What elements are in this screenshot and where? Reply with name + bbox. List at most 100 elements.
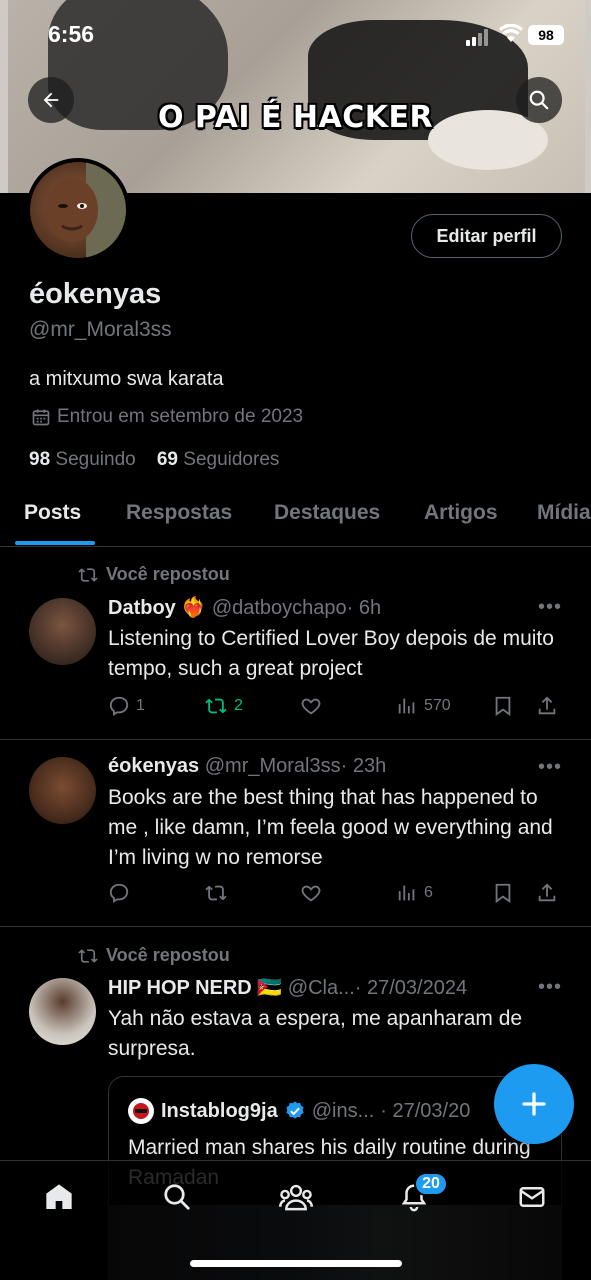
bookmark-button[interactable] — [492, 695, 514, 717]
views-count: 570 — [424, 697, 451, 714]
notifications-badge: 20 — [414, 1172, 448, 1196]
bookmark-icon — [495, 883, 511, 904]
share-icon — [538, 883, 556, 902]
quote-avatar[interactable] — [127, 1097, 155, 1125]
joined-text: Entrou em setembro de 2023 — [57, 406, 304, 427]
tab-media[interactable]: Mídia — [537, 501, 591, 525]
more-options-icon[interactable]: ••• — [538, 596, 562, 619]
repost-label: Você repostou — [106, 945, 230, 965]
plus-icon — [522, 1092, 546, 1116]
repost-indicator: Você repostou — [78, 945, 230, 966]
share-button[interactable] — [536, 695, 558, 717]
profile-avatar[interactable] — [26, 158, 130, 262]
active-tab-indicator — [15, 541, 95, 545]
repost-icon — [205, 885, 227, 901]
banner-caption: O PAI É HACKER — [157, 100, 434, 135]
back-button[interactable] — [28, 77, 74, 123]
communities-icon — [279, 1184, 313, 1211]
bar-chart-icon — [398, 698, 415, 714]
post-text: Yah não estava a espera, me apanharam de… — [108, 1007, 523, 1060]
nav-home[interactable] — [41, 1179, 77, 1215]
compose-post-button[interactable] — [494, 1064, 574, 1144]
more-options-icon[interactable]: ••• — [538, 976, 562, 999]
post-header: éokenyas @mr_Moral3ss· 23h — [108, 755, 386, 778]
followers-link[interactable]: 69 Seguidores — [157, 449, 280, 470]
tab-highlights[interactable]: Destaques — [274, 501, 380, 525]
reply-icon — [109, 696, 129, 716]
follow-stats: 98 Seguindo 69 Seguidores — [29, 449, 279, 471]
post-time: · 23h — [340, 755, 387, 777]
following-link[interactable]: 98 Seguindo — [29, 449, 136, 470]
repost-icon — [78, 948, 98, 963]
heart-icon — [301, 698, 321, 715]
post-author-handle[interactable]: @Cla... — [288, 977, 355, 999]
quote-author-handle[interactable]: @ins... — [312, 1100, 375, 1123]
verified-badge-icon — [286, 1101, 304, 1119]
heart-icon — [301, 885, 321, 902]
profile-bio: a mitxumo swa karata — [29, 368, 224, 390]
post-author-name[interactable]: HIP HOP NERD 🇲🇿 — [108, 977, 282, 999]
reply-button[interactable]: 1 — [108, 695, 145, 717]
post-avatar[interactable] — [29, 598, 96, 665]
repost-label: Você repostou — [106, 564, 230, 584]
bookmark-icon — [495, 696, 511, 717]
bar-chart-icon — [398, 885, 415, 901]
tab-replies[interactable]: Respostas — [126, 501, 232, 525]
post-time: · 27/03/2024 — [354, 977, 468, 999]
quote-time: · 27/03/20 — [380, 1099, 471, 1122]
tab-posts[interactable]: Posts — [24, 501, 81, 525]
status-bar: 6:56 98 — [0, 18, 591, 54]
post-actions: 1 2 570 — [108, 695, 568, 723]
share-icon — [538, 696, 556, 715]
search-button[interactable] — [516, 77, 562, 123]
followers-label: Seguidores — [183, 449, 280, 470]
post-text: Listening to Certified Lover Boy depois … — [108, 627, 554, 680]
nav-messages[interactable] — [514, 1179, 550, 1215]
like-button[interactable] — [300, 695, 322, 717]
repost-button[interactable] — [204, 882, 228, 904]
post-avatar[interactable] — [29, 757, 96, 824]
nav-communities[interactable] — [278, 1179, 314, 1215]
repost-count: 2 — [234, 697, 243, 714]
repost-icon — [205, 698, 227, 714]
home-indicator — [190, 1260, 402, 1267]
post-item[interactable]: éokenyas @mr_Moral3ss· 23h ••• Books are… — [0, 740, 591, 927]
post-author-name[interactable]: Datboy ❤️‍🔥 — [108, 597, 206, 619]
post-item[interactable]: Você repostou Datboy ❤️‍🔥 @datboychapo· … — [0, 548, 591, 740]
mail-icon — [519, 1187, 545, 1207]
bookmark-button[interactable] — [492, 882, 514, 904]
repost-button[interactable]: 2 — [204, 695, 243, 717]
arrow-left-icon — [43, 92, 59, 108]
post-actions: 6 — [108, 882, 568, 910]
following-label: Seguindo — [55, 449, 136, 470]
like-button[interactable] — [300, 882, 322, 904]
avatar-face — [46, 178, 98, 242]
post-text: Books are the best thing that has happen… — [108, 786, 553, 869]
tab-articles[interactable]: Artigos — [424, 501, 498, 525]
calendar-icon — [32, 409, 50, 426]
status-time: 6:56 — [48, 21, 95, 47]
repost-indicator: Você repostou — [78, 564, 230, 585]
post-avatar[interactable] — [29, 978, 96, 1045]
post-header: Datboy ❤️‍🔥 @datboychapo· 6h — [108, 595, 381, 620]
battery-indicator: 98 — [528, 25, 564, 45]
cellular-signal-icon — [466, 28, 492, 46]
following-count: 98 — [29, 449, 51, 470]
share-button[interactable] — [536, 882, 558, 904]
views-button[interactable]: 570 — [396, 695, 451, 717]
profile-handle: @mr_Moral3ss — [29, 318, 172, 341]
profile-tabs: Posts Respostas Destaques Artigos Mídia — [0, 495, 591, 547]
views-button[interactable]: 6 — [396, 882, 433, 904]
post-author-name[interactable]: éokenyas — [108, 755, 199, 777]
followers-count: 69 — [156, 449, 178, 470]
edit-profile-button[interactable]: Editar perfil — [411, 214, 562, 258]
more-options-icon[interactable]: ••• — [538, 756, 562, 779]
post-author-handle[interactable]: @datboychapo — [212, 597, 347, 619]
reply-button[interactable] — [108, 882, 130, 904]
reply-count: 1 — [136, 697, 145, 714]
nav-search[interactable] — [159, 1179, 195, 1215]
views-count: 6 — [424, 884, 433, 901]
search-icon — [529, 90, 549, 110]
post-author-handle[interactable]: @mr_Moral3ss — [205, 755, 341, 777]
quote-author-name[interactable]: Instablog9ja — [161, 1100, 278, 1123]
